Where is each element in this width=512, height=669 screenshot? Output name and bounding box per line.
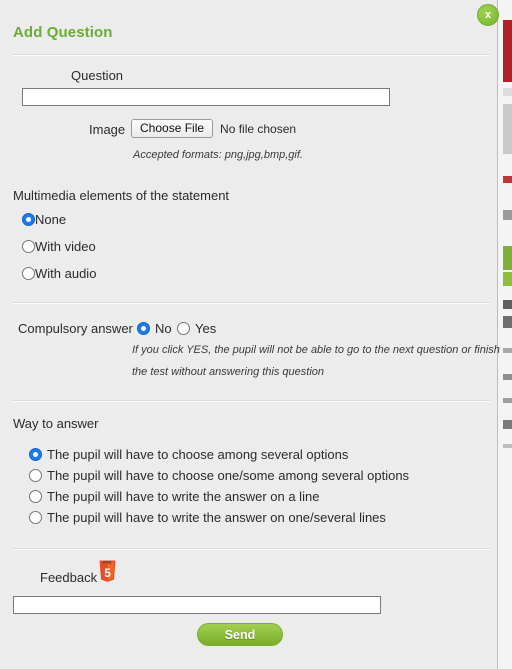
file-status-text: No file chosen [220,121,297,136]
bg-band [503,104,512,154]
svg-text:HTML: HTML [103,561,112,565]
way-option-write-one-line[interactable]: The pupil will have to write the answer … [29,489,319,504]
svg-text:5: 5 [104,566,111,580]
question-input[interactable] [22,88,390,106]
feedback-label: Feedback [40,570,98,585]
bg-band [503,420,512,429]
bg-band [503,444,512,448]
bg-band [503,176,512,183]
radio-icon[interactable] [177,322,190,335]
background-page-strip [497,0,512,669]
compulsory-option-label: No [155,321,172,336]
bg-band [503,246,512,270]
bg-band [503,398,512,403]
radio-icon[interactable] [22,267,35,280]
compulsory-option-label: Yes [195,321,217,336]
way-option-write-several-lines[interactable]: The pupil will have to write the answer … [29,510,386,525]
page-title: Add Question [13,24,113,41]
bg-band [503,88,512,96]
multimedia-option-label: None [35,212,67,227]
html5-icon[interactable]: 5 HTML [98,560,117,584]
add-question-modal: x Add Question Question Image Choose Fil… [0,0,500,669]
radio-icon[interactable] [22,213,35,226]
radio-icon[interactable] [137,322,150,335]
radio-icon[interactable] [29,490,42,503]
multimedia-option-with-audio[interactable]: With audio [22,266,96,281]
send-button[interactable]: Send [197,623,283,646]
feedback-input[interactable] [13,596,381,614]
way-option-label: The pupil will have to write the answer … [47,510,386,525]
image-file-row: Choose File No file chosen [131,119,296,138]
compulsory-answer-label: Compulsory answer [18,321,133,336]
bg-band [503,374,512,380]
way-option-choose-among[interactable]: The pupil will have to choose among seve… [29,447,348,462]
bg-band [503,300,512,309]
bg-band [503,20,512,82]
image-label: Image [89,122,126,137]
multimedia-option-label: With audio [35,266,97,281]
compulsory-hint-line-1: If you click YES, the pupil will not be … [132,344,500,356]
way-option-label: The pupil will have to choose one/some a… [47,468,410,483]
way-option-label: The pupil will have to write the answer … [47,489,320,504]
accepted-formats-text: Accepted formats: png,jpg,bmp,gif. [133,149,303,161]
radio-icon[interactable] [29,511,42,524]
compulsory-option-yes[interactable]: Yes [177,321,216,336]
way-to-answer-section-title: Way to answer [13,416,99,431]
question-label: Question [71,68,124,83]
radio-icon[interactable] [29,469,42,482]
compulsory-hint-line-2: the test without answering this question [132,366,325,378]
bg-band [503,272,512,286]
bg-band [503,210,512,220]
compulsory-option-no[interactable]: No [137,321,172,336]
divider [13,54,490,56]
divider [13,548,490,550]
multimedia-option-none[interactable]: None [22,212,66,227]
radio-icon[interactable] [29,448,42,461]
divider [13,400,490,402]
bg-band [503,348,512,353]
way-option-choose-one-some[interactable]: The pupil will have to choose one/some a… [29,468,409,483]
divider [13,302,490,304]
multimedia-section-title: Multimedia elements of the statement [13,188,230,203]
multimedia-option-label: With video [35,239,96,254]
multimedia-option-with-video[interactable]: With video [22,239,96,254]
way-option-label: The pupil will have to choose among seve… [47,447,349,462]
bg-band [503,316,512,328]
close-icon[interactable]: x [477,4,499,26]
choose-file-button[interactable]: Choose File [131,119,214,138]
radio-icon[interactable] [22,240,35,253]
